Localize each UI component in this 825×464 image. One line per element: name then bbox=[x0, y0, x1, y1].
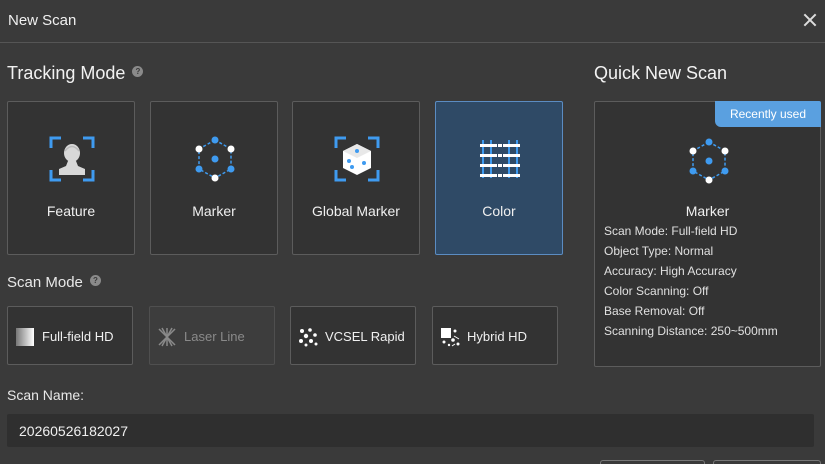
tracking-mode-title: Tracking Mode? bbox=[7, 63, 144, 84]
mode-label: Global Marker bbox=[312, 203, 400, 219]
bust-icon bbox=[49, 136, 95, 182]
detail-object-type: Object Type: Normal bbox=[604, 244, 714, 258]
scan-mode-full-field-hd[interactable]: Full-field HD bbox=[7, 306, 133, 365]
scan-mode-label: VCSEL Rapid bbox=[325, 329, 405, 344]
scan-mode-laser-line: Laser Line bbox=[149, 306, 275, 365]
detail-base-removal: Base Removal: Off bbox=[604, 304, 705, 318]
tracking-mode-color[interactable]: Color bbox=[435, 101, 563, 255]
footer-button[interactable] bbox=[713, 460, 821, 464]
detail-scanning-distance: Scanning Distance: 250~500mm bbox=[604, 324, 778, 338]
detail-accuracy: Accuracy: High Accuracy bbox=[604, 264, 737, 278]
tracking-mode-feature[interactable]: Feature bbox=[7, 101, 135, 255]
vcsel-icon bbox=[299, 328, 318, 347]
help-icon[interactable]: ? bbox=[89, 274, 101, 286]
scan-name-input[interactable] bbox=[7, 414, 814, 447]
scan-mode-title: Scan Mode? bbox=[7, 274, 101, 291]
quick-scan-card[interactable]: Recently used Marker Scan Mode: Full-fie… bbox=[594, 101, 821, 367]
marker-hex-icon bbox=[689, 138, 729, 184]
quick-new-scan-title: Quick New Scan bbox=[594, 63, 728, 83]
mode-label: Marker bbox=[192, 203, 236, 219]
global-marker-icon bbox=[334, 136, 380, 182]
mode-label: Feature bbox=[46, 203, 96, 219]
footer-button[interactable] bbox=[600, 460, 705, 464]
detail-color-scanning: Color Scanning: Off bbox=[604, 284, 709, 298]
scan-mode-hybrid-hd[interactable]: Hybrid HD bbox=[432, 306, 558, 365]
dialog-title: New Scan bbox=[8, 12, 77, 29]
scan-mode-label: Laser Line bbox=[184, 329, 245, 344]
quick-scan-name: Marker bbox=[685, 203, 730, 219]
detail-scan-mode: Scan Mode: Full-field HD bbox=[604, 224, 738, 238]
recently-used-badge: Recently used bbox=[715, 101, 821, 127]
hybrid-icon bbox=[441, 328, 460, 347]
laser-line-icon bbox=[158, 327, 176, 347]
scan-mode-vcsel-rapid[interactable]: VCSEL Rapid bbox=[290, 306, 416, 365]
scan-name-label: Scan Name: bbox=[7, 387, 85, 403]
tracking-mode-marker[interactable]: Marker bbox=[150, 101, 278, 255]
full-field-icon bbox=[16, 328, 34, 346]
title-bar: New Scan bbox=[0, 0, 825, 43]
mode-label: Color bbox=[482, 203, 516, 219]
scan-mode-label: Hybrid HD bbox=[467, 329, 527, 344]
help-icon[interactable]: ? bbox=[132, 65, 144, 77]
scan-mode-label: Full-field HD bbox=[42, 329, 114, 344]
tracking-mode-global-marker[interactable]: Global Marker bbox=[292, 101, 420, 255]
close-icon[interactable] bbox=[803, 13, 817, 27]
marker-hex-icon bbox=[195, 136, 235, 182]
color-grid-icon bbox=[480, 140, 520, 178]
